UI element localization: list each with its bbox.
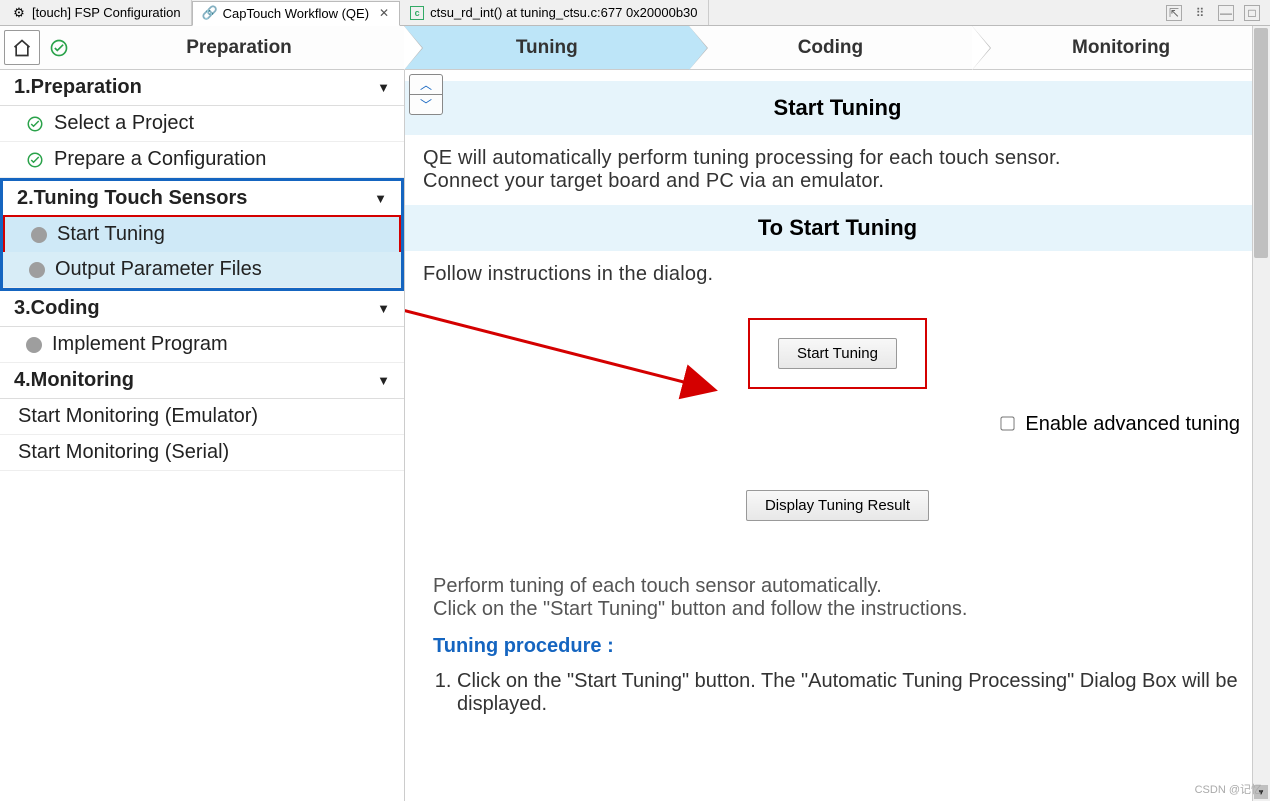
- tab-fsp-config[interactable]: ⚙ [touch] FSP Configuration: [2, 0, 192, 25]
- tab-ctsu-source[interactable]: c ctsu_rd_int() at tuning_ctsu.c:677 0x2…: [400, 0, 708, 25]
- editor-tab-bar: ⚙ [touch] FSP Configuration 🔗 CapTouch W…: [0, 0, 1270, 26]
- sidebar-item-label: Output Parameter Files: [55, 258, 262, 281]
- sidebar-item-monitor-serial[interactable]: Start Monitoring (Serial): [0, 435, 404, 471]
- section-monitoring[interactable]: 4.Monitoring ▼: [0, 363, 404, 399]
- caret-icon: ▼: [377, 373, 390, 388]
- watermark: CSDN @记忆: [1195, 781, 1262, 797]
- advanced-tuning-text: Enable advanced tuning: [1025, 413, 1240, 435]
- section-title: 1.Preparation: [14, 76, 142, 99]
- left-pane: Preparation 1.Preparation ▼ Select a Pro…: [0, 26, 405, 801]
- panel-title-to-start: To Start Tuning: [405, 205, 1270, 251]
- sidebar-item-label: Start Tuning: [57, 223, 165, 246]
- start-tuning-area: Start Tuning: [405, 298, 1270, 409]
- caret-icon: ▼: [377, 80, 390, 95]
- wf-step-monitoring[interactable]: Monitoring: [972, 26, 1270, 69]
- minimize-icon[interactable]: —: [1218, 5, 1234, 21]
- bullet-icon: [26, 337, 42, 353]
- proc-step-1: Click on the "Start Tuning" button. The …: [457, 670, 1242, 716]
- wf-step-preparation[interactable]: Preparation: [74, 26, 404, 69]
- caret-icon: ▼: [377, 301, 390, 316]
- info-block: Perform tuning of each touch sensor auto…: [405, 561, 1270, 738]
- tab-label: CapTouch Workflow (QE): [223, 6, 369, 21]
- chevron-up-icon[interactable]: ︿: [410, 75, 442, 95]
- workflow-row-left: Preparation: [0, 26, 404, 70]
- right-content: ︿ ﹀ Start Tuning QE will automatically p…: [405, 70, 1270, 801]
- advanced-tuning-checkbox[interactable]: [1000, 416, 1014, 430]
- restore-icon[interactable]: ⇱: [1166, 5, 1182, 21]
- sidebar-item-label: Start Monitoring (Emulator): [18, 405, 258, 428]
- display-result-area: Display Tuning Result: [405, 440, 1270, 541]
- right-pane: Tuning Coding Monitoring ︿ ﹀ Start Tunin…: [405, 26, 1270, 801]
- close-icon[interactable]: ✕: [379, 6, 389, 20]
- sidebar-item-start-tuning[interactable]: Start Tuning: [3, 215, 401, 254]
- panel-desc: QE will automatically perform tuning pro…: [405, 135, 1270, 205]
- info-line1: Perform tuning of each touch sensor auto…: [433, 575, 1242, 598]
- start-tuning-highlight: Start Tuning: [748, 318, 927, 389]
- caret-icon: ▼: [374, 191, 387, 206]
- gear-icon: ⚙: [12, 6, 26, 20]
- link-icon: 🔗: [203, 6, 217, 20]
- section-title: 4.Monitoring: [14, 369, 134, 392]
- sidebar-item-label: Implement Program: [52, 333, 228, 356]
- wf-step-tuning[interactable]: Tuning: [405, 26, 689, 69]
- section-tuning[interactable]: 2.Tuning Touch Sensors ▼: [3, 181, 401, 217]
- sidebar-item-implement-program[interactable]: Implement Program: [0, 327, 404, 363]
- sidebar-item-output-params[interactable]: Output Parameter Files: [3, 252, 401, 288]
- scrollbar[interactable]: ▾: [1252, 26, 1270, 801]
- info-line2: Click on the "Start Tuning" button and f…: [433, 598, 1242, 621]
- sidebar-tree: 1.Preparation ▼ Select a Project Prepare…: [0, 70, 404, 471]
- section-title: 2.Tuning Touch Sensors: [17, 187, 247, 210]
- section-preparation[interactable]: 1.Preparation ▼: [0, 70, 404, 106]
- home-button[interactable]: [4, 30, 40, 65]
- sidebar-item-label: Select a Project: [54, 112, 194, 135]
- bullet-icon: [29, 262, 45, 278]
- panel-desc2: Follow instructions in the dialog.: [405, 251, 1270, 298]
- expand-collapse-control[interactable]: ︿ ﹀: [409, 74, 443, 115]
- panel-desc-line1: QE will automatically perform tuning pro…: [423, 147, 1061, 169]
- chevron-down-icon[interactable]: ﹀: [410, 95, 442, 114]
- wf-step-label: Coding: [798, 37, 863, 59]
- sidebar-item-prepare-config[interactable]: Prepare a Configuration: [0, 142, 404, 178]
- section-tuning-highlight: 2.Tuning Touch Sensors ▼ Start Tuning Ou…: [0, 178, 404, 291]
- main-container: Preparation 1.Preparation ▼ Select a Pro…: [0, 26, 1270, 801]
- advanced-tuning-label[interactable]: Enable advanced tuning: [1001, 413, 1240, 435]
- home-icon: [12, 38, 32, 58]
- scrollbar-thumb[interactable]: [1254, 28, 1268, 258]
- bullet-icon: [31, 227, 47, 243]
- check-icon: [26, 151, 44, 169]
- wf-step-coding[interactable]: Coding: [689, 26, 973, 69]
- check-icon: [26, 115, 44, 133]
- wf-step-label: Tuning: [516, 37, 578, 59]
- tab-toolbar-right: ⇱ ⠿ — □: [1166, 5, 1270, 21]
- section-title: 3.Coding: [14, 297, 100, 320]
- wf-step-label: Monitoring: [1072, 37, 1170, 59]
- sidebar-item-label: Start Monitoring (Serial): [18, 441, 229, 464]
- c-file-icon: c: [410, 6, 424, 20]
- tab-label: [touch] FSP Configuration: [32, 5, 181, 20]
- tab-label: ctsu_rd_int() at tuning_ctsu.c:677 0x200…: [430, 5, 697, 20]
- sidebar-item-monitor-emulator[interactable]: Start Monitoring (Emulator): [0, 399, 404, 435]
- proc-heading: Tuning procedure :: [433, 635, 1242, 658]
- start-tuning-button[interactable]: Start Tuning: [778, 338, 897, 369]
- tab-captouch-workflow[interactable]: 🔗 CapTouch Workflow (QE) ✕: [192, 1, 400, 26]
- panel-desc-line2: Connect your target board and PC via an …: [423, 170, 884, 192]
- workflow-row-right: Tuning Coding Monitoring: [405, 26, 1270, 70]
- section-coding[interactable]: 3.Coding ▼: [0, 291, 404, 327]
- sidebar-item-label: Prepare a Configuration: [54, 148, 266, 171]
- min-icon[interactable]: ⠿: [1192, 5, 1208, 21]
- sidebar-item-select-project[interactable]: Select a Project: [0, 106, 404, 142]
- step-check-icon: [44, 26, 74, 69]
- display-tuning-result-button[interactable]: Display Tuning Result: [746, 490, 929, 521]
- wf-step-label: Preparation: [186, 37, 292, 59]
- panel-title-start-tuning: Start Tuning: [405, 81, 1270, 135]
- maximize-icon[interactable]: □: [1244, 5, 1260, 21]
- advanced-tuning-row: Enable advanced tuning: [405, 409, 1270, 440]
